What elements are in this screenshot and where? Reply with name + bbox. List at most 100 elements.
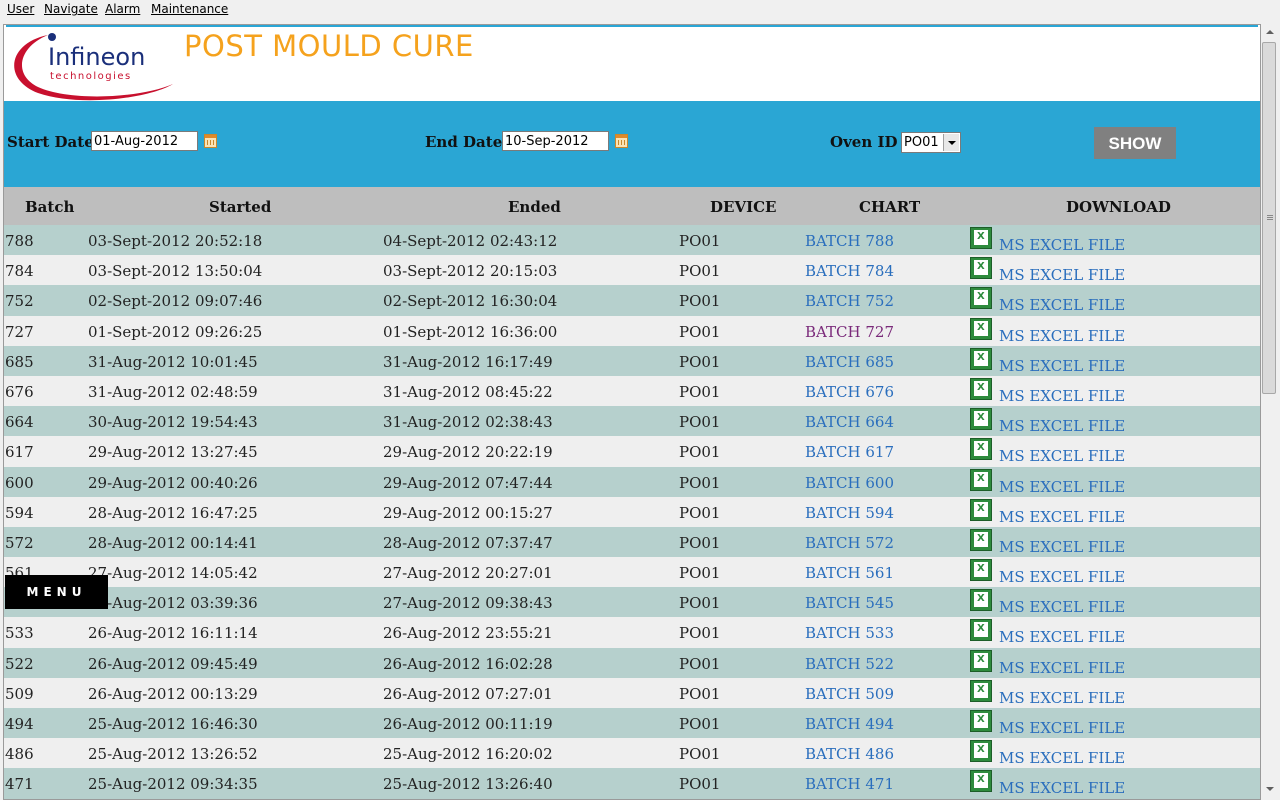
vertical-scrollbar[interactable] xyxy=(1261,24,1278,798)
ended-cell: 26-Aug-2012 16:02:28 xyxy=(383,654,553,673)
batch-cell: 486 xyxy=(5,745,34,764)
chart-link[interactable]: BATCH 509 xyxy=(805,685,894,703)
excel-file-icon[interactable] xyxy=(970,227,992,249)
chart-link[interactable]: BATCH 685 xyxy=(805,353,894,371)
chart-link[interactable]: BATCH 676 xyxy=(805,383,894,401)
scroll-down-icon[interactable] xyxy=(1261,781,1278,798)
download-link[interactable]: MS EXCEL FILE xyxy=(999,357,1125,375)
calendar-icon[interactable] xyxy=(615,134,628,148)
excel-file-icon[interactable] xyxy=(970,740,992,763)
excel-file-icon[interactable] xyxy=(970,438,992,461)
excel-file-icon[interactable] xyxy=(970,468,992,491)
excel-file-icon[interactable] xyxy=(970,317,992,340)
download-link[interactable]: MS EXCEL FILE xyxy=(999,327,1125,345)
excel-file-icon[interactable] xyxy=(970,408,992,431)
chart-link[interactable]: BATCH 664 xyxy=(805,413,894,431)
scroll-thumb[interactable] xyxy=(1262,42,1276,394)
page-header: Infineon technologies POST MOULD CURE xyxy=(6,25,1258,103)
oven-id-select[interactable]: PO01 xyxy=(901,132,961,153)
download-link[interactable]: MS EXCEL FILE xyxy=(999,266,1125,284)
excel-file-icon[interactable] xyxy=(970,347,992,370)
chart-link[interactable]: BATCH 594 xyxy=(805,504,894,522)
col-batch: Batch xyxy=(25,198,75,216)
batch-cell: 494 xyxy=(5,715,34,733)
menu-alarm[interactable]: Alarm xyxy=(105,2,140,16)
col-download: DOWNLOAD xyxy=(1066,198,1171,216)
table-row: 54527-Aug-2012 03:39:3627-Aug-2012 09:38… xyxy=(4,587,1260,618)
logo-text: Infineon xyxy=(48,43,145,71)
excel-file-icon[interactable] xyxy=(970,377,992,400)
end-date-input[interactable] xyxy=(502,131,609,151)
menu-navigate[interactable]: Navigate xyxy=(44,2,98,16)
download-link[interactable]: MS EXCEL FILE xyxy=(999,689,1125,707)
excel-file-icon[interactable] xyxy=(970,710,992,732)
table-row: 784 03-Sept-2012 13:50:04 03-Sept-2012 20:… xyxy=(4,255,1260,286)
table-row: 617 29-Aug-2012 13:27:45 29-Aug-2012 20:22… xyxy=(4,436,1260,467)
menu-maintenance[interactable]: Maintenance xyxy=(151,2,228,16)
download-link[interactable]: MS EXCEL FILE xyxy=(999,568,1125,586)
chart-link[interactable]: BATCH 727 xyxy=(805,323,894,341)
download-link[interactable]: MS EXCEL FILE xyxy=(999,538,1125,556)
show-button[interactable]: SHOW xyxy=(1094,127,1176,159)
start-date-input[interactable] xyxy=(91,131,198,151)
menu-user[interactable]: User xyxy=(7,2,34,16)
excel-file-icon[interactable] xyxy=(970,257,992,280)
chart-link[interactable]: BATCH 533 xyxy=(805,624,894,642)
ended-cell: 03-Sept-2012 20:15:03 xyxy=(383,262,558,281)
excel-file-icon[interactable] xyxy=(970,528,992,551)
excel-file-icon[interactable] xyxy=(970,649,992,672)
start-date-label: Start Date : xyxy=(7,133,105,151)
chevron-down-icon[interactable] xyxy=(943,134,959,151)
scroll-up-icon[interactable] xyxy=(1261,24,1278,41)
download-link[interactable]: MS EXCEL FILE xyxy=(999,659,1125,677)
device-cell: PO01 xyxy=(679,322,721,341)
chart-link[interactable]: BATCH 561 xyxy=(805,564,894,582)
chart-link[interactable]: BATCH 545 xyxy=(805,594,894,612)
excel-file-icon[interactable] xyxy=(970,287,992,310)
chart-link[interactable]: BATCH 471 xyxy=(805,775,894,793)
download-link[interactable]: MS EXCEL FILE xyxy=(999,447,1125,465)
excel-file-icon[interactable] xyxy=(970,559,992,582)
download-link[interactable]: MS EXCEL FILE xyxy=(999,598,1125,616)
ended-cell: 01-Sept-2012 16:36:00 xyxy=(383,322,558,341)
download-link[interactable]: MS EXCEL FILE xyxy=(999,719,1125,737)
chart-link[interactable]: BATCH 486 xyxy=(805,745,894,763)
started-cell: 30-Aug-2012 19:54:43 xyxy=(88,413,258,432)
device-cell: PO01 xyxy=(679,684,721,703)
excel-file-icon[interactable] xyxy=(970,770,992,793)
download-link[interactable]: MS EXCEL FILE xyxy=(999,236,1125,254)
chart-link[interactable]: BATCH 784 xyxy=(805,262,894,280)
chart-link[interactable]: BATCH 522 xyxy=(805,655,894,673)
excel-file-icon[interactable] xyxy=(970,679,992,702)
table-row: 509 26-Aug-2012 00:13:29 26-Aug-2012 07:27… xyxy=(4,677,1260,708)
started-cell: 26-Aug-2012 09:45:49 xyxy=(88,654,258,673)
chart-link[interactable]: BATCH 572 xyxy=(805,534,894,552)
menu-button[interactable]: MENU xyxy=(5,575,108,609)
download-link[interactable]: MS EXCEL FILE xyxy=(999,478,1125,496)
batch-table: 788 03-Sept-2012 20:52:18 04-Sept-2012 02:… xyxy=(4,225,1260,799)
started-cell: 26-Aug-2012 00:13:29 xyxy=(88,684,258,703)
download-link[interactable]: MS EXCEL FILE xyxy=(999,417,1125,435)
table-row: 676 31-Aug-2012 02:48:59 31-Aug-2012 08:45… xyxy=(4,375,1260,407)
download-link[interactable]: MS EXCEL FILE xyxy=(999,508,1125,526)
chart-link[interactable]: BATCH 600 xyxy=(805,474,894,492)
chart-link[interactable]: BATCH 494 xyxy=(805,715,894,733)
excel-file-icon[interactable] xyxy=(970,589,992,612)
excel-file-icon[interactable] xyxy=(970,619,992,642)
download-link[interactable]: MS EXCEL FILE xyxy=(999,387,1125,405)
download-link[interactable]: MS EXCEL FILE xyxy=(999,779,1125,797)
chart-link[interactable]: BATCH 788 xyxy=(805,232,894,250)
download-link[interactable]: MS EXCEL FILE xyxy=(999,296,1125,314)
ended-cell: 26-Aug-2012 23:55:21 xyxy=(383,624,553,643)
download-link[interactable]: MS EXCEL FILE xyxy=(999,749,1125,767)
excel-file-icon[interactable] xyxy=(970,498,992,521)
chart-link[interactable]: BATCH 752 xyxy=(805,292,894,310)
download-link[interactable]: MS EXCEL FILE xyxy=(999,628,1125,646)
started-cell: 03-Sept-2012 13:50:04 xyxy=(88,262,263,281)
device-cell: PO01 xyxy=(679,594,721,613)
table-row: 594 28-Aug-2012 16:47:25 29-Aug-2012 00:15… xyxy=(4,496,1260,527)
chart-link[interactable]: BATCH 617 xyxy=(805,443,894,461)
calendar-icon[interactable] xyxy=(204,134,217,148)
ended-cell: 28-Aug-2012 07:37:47 xyxy=(383,533,553,552)
started-cell: 03-Sept-2012 20:52:18 xyxy=(88,232,263,250)
